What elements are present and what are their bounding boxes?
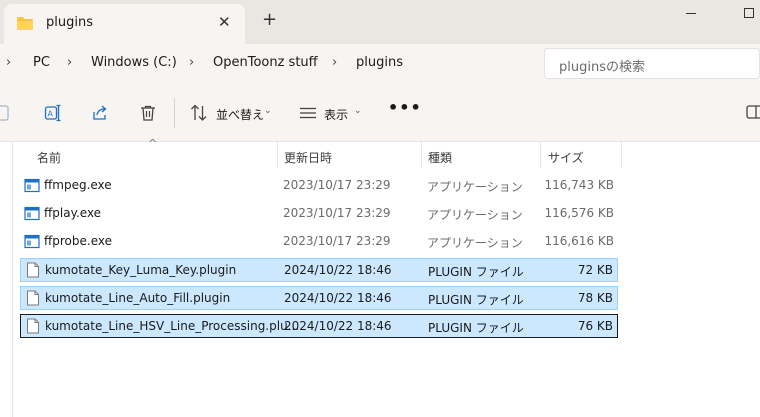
blank-file-icon xyxy=(27,318,39,334)
file-size: 116,616 KB xyxy=(544,234,614,248)
file-name: ffplay.exe xyxy=(44,206,102,220)
file-date: 2024/10/22 18:46 xyxy=(284,319,392,333)
file-size: 116,743 KB xyxy=(544,178,614,192)
file-date: 2023/10/17 23:29 xyxy=(283,178,391,192)
breadcrumb-plugins[interactable]: plugins xyxy=(356,55,403,70)
file-size: 116,576 KB xyxy=(544,206,614,220)
search-placeholder: pluginsの検索 xyxy=(559,60,645,75)
breadcrumb-opentoonz-stuff[interactable]: OpenToonz stuff xyxy=(213,55,318,70)
chevron-down-icon[interactable]: ⌄ xyxy=(354,106,362,116)
file-list: ^ 名前 更新日時 種類 サイズ ffmpeg.exe 2023/10/17 2… xyxy=(0,137,760,417)
file-name: kumotate_Line_Auto_Fill.plugin xyxy=(45,291,231,305)
column-header-date[interactable]: 更新日時 xyxy=(284,149,332,166)
file-name: kumotate_Key_Luma_Key.plugin xyxy=(45,263,237,277)
view-button[interactable]: 表示 xyxy=(324,106,348,123)
chevron-right-icon[interactable]: › xyxy=(332,55,337,70)
sort-ascending-icon: ^ xyxy=(148,137,158,150)
file-type: アプリケーション xyxy=(427,236,523,250)
view-list-icon[interactable] xyxy=(299,104,317,122)
breadcrumb-windows-c[interactable]: Windows (C:) xyxy=(91,55,177,70)
file-size: 72 KB xyxy=(577,263,613,277)
column-divider[interactable] xyxy=(421,142,422,168)
table-row[interactable]: kumotate_Key_Luma_Key.plugin 2024/10/22 … xyxy=(20,258,618,282)
exe-file-icon xyxy=(24,178,40,193)
file-name: ffmpeg.exe xyxy=(44,178,112,192)
file-size: 78 KB xyxy=(577,291,613,305)
column-header-size[interactable]: サイズ xyxy=(548,149,584,166)
table-row[interactable]: kumotate_Line_HSV_Line_Processing.plu...… xyxy=(20,314,618,338)
nav-pane-border xyxy=(12,142,13,417)
table-row[interactable]: ffplay.exe 2023/10/17 23:29 アプリケーション 116… xyxy=(20,202,618,226)
chevron-right-icon[interactable]: › xyxy=(189,55,194,70)
chevron-right-icon[interactable]: › xyxy=(67,55,72,70)
blank-file-icon xyxy=(27,290,39,306)
exe-file-icon xyxy=(24,234,40,249)
share-icon[interactable] xyxy=(91,104,109,122)
file-name: ffprobe.exe xyxy=(44,234,112,248)
trash-icon[interactable] xyxy=(139,104,157,122)
exe-file-icon xyxy=(24,206,40,221)
file-name: kumotate_Line_HSV_Line_Processing.plu... xyxy=(45,319,300,333)
chevron-right-icon[interactable]: › xyxy=(6,55,11,70)
address-bar: › PC › Windows (C:) › OpenToonz stuff › … xyxy=(0,44,760,84)
chevron-down-icon[interactable]: ⌄ xyxy=(264,106,272,116)
command-bar: A 並べ替え ⌄ 表示 ⌄ ••• xyxy=(0,84,760,142)
paste-icon[interactable] xyxy=(0,104,10,122)
maximize-button[interactable] xyxy=(744,8,754,18)
sort-icon[interactable] xyxy=(190,104,208,122)
column-divider[interactable] xyxy=(621,142,622,168)
svg-text:A: A xyxy=(48,110,54,119)
blank-file-icon xyxy=(27,262,39,278)
search-input[interactable]: pluginsの検索 xyxy=(544,48,760,79)
file-date: 2024/10/22 18:46 xyxy=(284,291,392,305)
file-type: アプリケーション xyxy=(427,180,523,194)
column-divider[interactable] xyxy=(540,142,541,168)
tab-plugins[interactable]: plugins ✕ xyxy=(4,4,245,44)
file-date: 2023/10/17 23:29 xyxy=(283,206,391,220)
title-bar: plugins ✕ + xyxy=(0,0,760,44)
rename-icon[interactable]: A xyxy=(44,104,62,122)
tab-title: plugins xyxy=(46,15,93,30)
breadcrumb-pc[interactable]: PC xyxy=(33,55,50,70)
file-type: PLUGIN ファイル xyxy=(428,265,524,279)
file-type: PLUGIN ファイル xyxy=(428,293,524,307)
details-pane-icon[interactable] xyxy=(746,104,760,120)
column-divider[interactable] xyxy=(277,142,278,168)
file-size: 76 KB xyxy=(577,319,613,333)
minimize-button[interactable] xyxy=(686,13,696,14)
close-tab-icon[interactable]: ✕ xyxy=(218,13,231,31)
more-options-button[interactable]: ••• xyxy=(388,98,422,117)
folder-icon xyxy=(17,17,33,30)
toolbar-separator xyxy=(174,98,175,128)
file-type: PLUGIN ファイル xyxy=(428,321,524,335)
new-tab-button[interactable]: + xyxy=(262,11,277,29)
column-header-type[interactable]: 種類 xyxy=(428,149,452,166)
file-date: 2023/10/17 23:29 xyxy=(283,234,391,248)
file-type: アプリケーション xyxy=(427,208,523,222)
file-date: 2024/10/22 18:46 xyxy=(284,263,392,277)
table-row[interactable]: kumotate_Line_Auto_Fill.plugin 2024/10/2… xyxy=(20,286,618,310)
table-row[interactable]: ffprobe.exe 2023/10/17 23:29 アプリケーション 11… xyxy=(20,230,618,254)
column-header-name[interactable]: 名前 xyxy=(37,149,61,166)
table-row[interactable]: ffmpeg.exe 2023/10/17 23:29 アプリケーション 116… xyxy=(20,174,618,198)
sort-button[interactable]: 並べ替え xyxy=(216,106,264,123)
